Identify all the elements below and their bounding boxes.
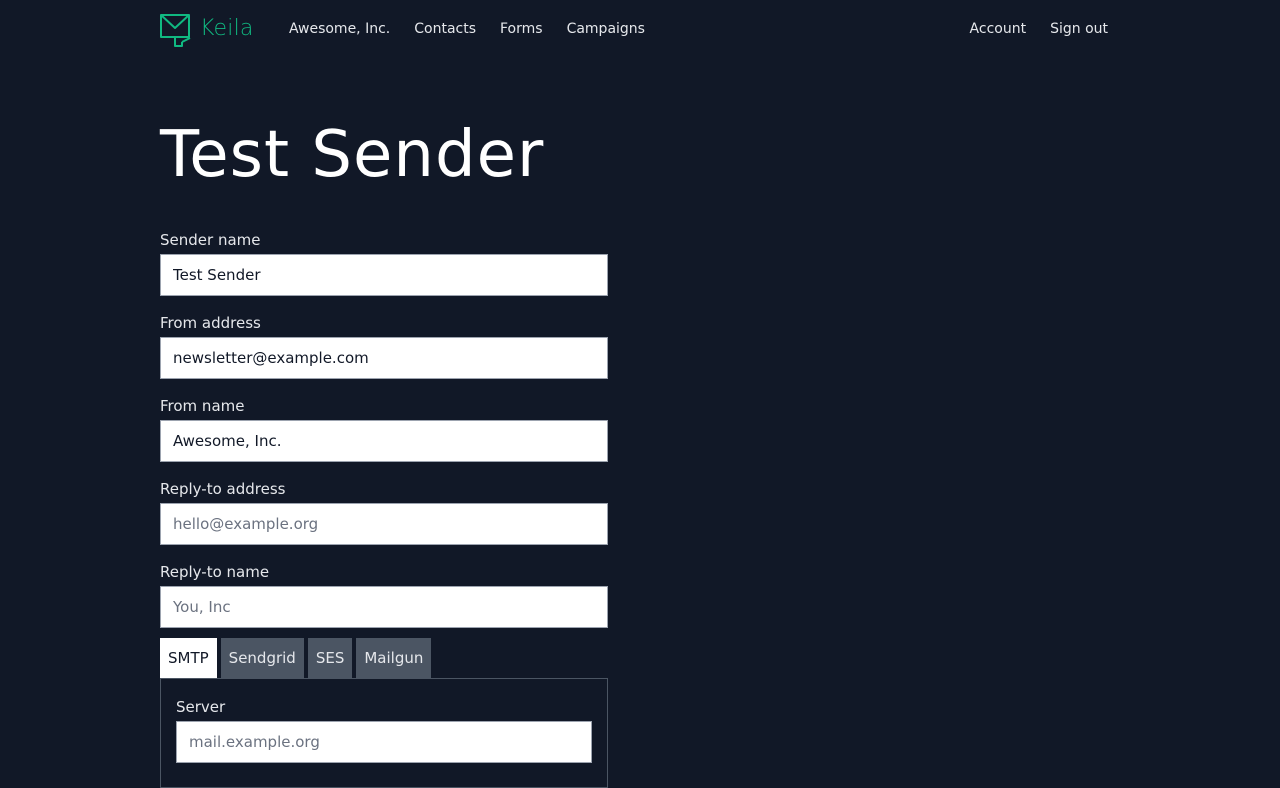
tab-mailgun[interactable]: Mailgun — [356, 638, 432, 678]
tab-smtp[interactable]: SMTP — [160, 638, 217, 678]
from-name-label: From name — [160, 397, 245, 415]
reply-to-address-label: Reply-to address — [160, 480, 286, 498]
envelope-logo-icon — [160, 12, 194, 50]
from-name-input[interactable] — [160, 420, 608, 462]
nav-link-campaigns[interactable]: Campaigns — [567, 21, 645, 37]
account-nav-links: Account Sign out — [946, 21, 1108, 37]
tab-ses[interactable]: SES — [307, 638, 353, 678]
smtp-settings-panel: Server — [160, 678, 608, 788]
sender-name-field: Sender name — [160, 230, 608, 296]
tab-sendgrid[interactable]: Sendgrid — [220, 638, 304, 678]
from-address-field: From address — [160, 313, 608, 379]
from-address-input[interactable] — [160, 337, 608, 379]
reply-to-name-input[interactable] — [160, 586, 608, 628]
sender-name-input[interactable] — [160, 254, 608, 296]
nav-link-account[interactable]: Account — [970, 21, 1027, 37]
reply-to-address-field: Reply-to address — [160, 479, 608, 545]
nav-link-contacts[interactable]: Contacts — [414, 21, 476, 37]
sender-form: Sender name From address From name Reply… — [160, 230, 608, 645]
sender-name-label: Sender name — [160, 231, 261, 249]
reply-to-address-input[interactable] — [160, 503, 608, 545]
from-name-field: From name — [160, 396, 608, 462]
main-nav-links: Awesome, Inc. Contacts Forms Campaigns — [289, 21, 669, 37]
reply-to-name-label: Reply-to name — [160, 563, 270, 581]
logo-text: Keila — [200, 15, 254, 41]
top-navigation: Keila Awesome, Inc. Contacts Forms Campa… — [0, 0, 1280, 62]
reply-to-name-field: Reply-to name — [160, 562, 608, 628]
sender-adapter-tabs: SMTP Sendgrid SES Mailgun — [160, 638, 435, 678]
nav-link-forms[interactable]: Forms — [500, 21, 543, 37]
from-address-label: From address — [160, 314, 261, 332]
smtp-server-input[interactable] — [176, 721, 592, 763]
nav-link-sign-out[interactable]: Sign out — [1050, 21, 1108, 37]
page-title: Test Sender — [160, 118, 545, 192]
smtp-server-label: Server — [176, 698, 226, 716]
nav-link-project[interactable]: Awesome, Inc. — [289, 21, 390, 37]
smtp-server-field: Server — [176, 697, 592, 763]
keila-logo-link[interactable]: Keila — [160, 12, 254, 50]
